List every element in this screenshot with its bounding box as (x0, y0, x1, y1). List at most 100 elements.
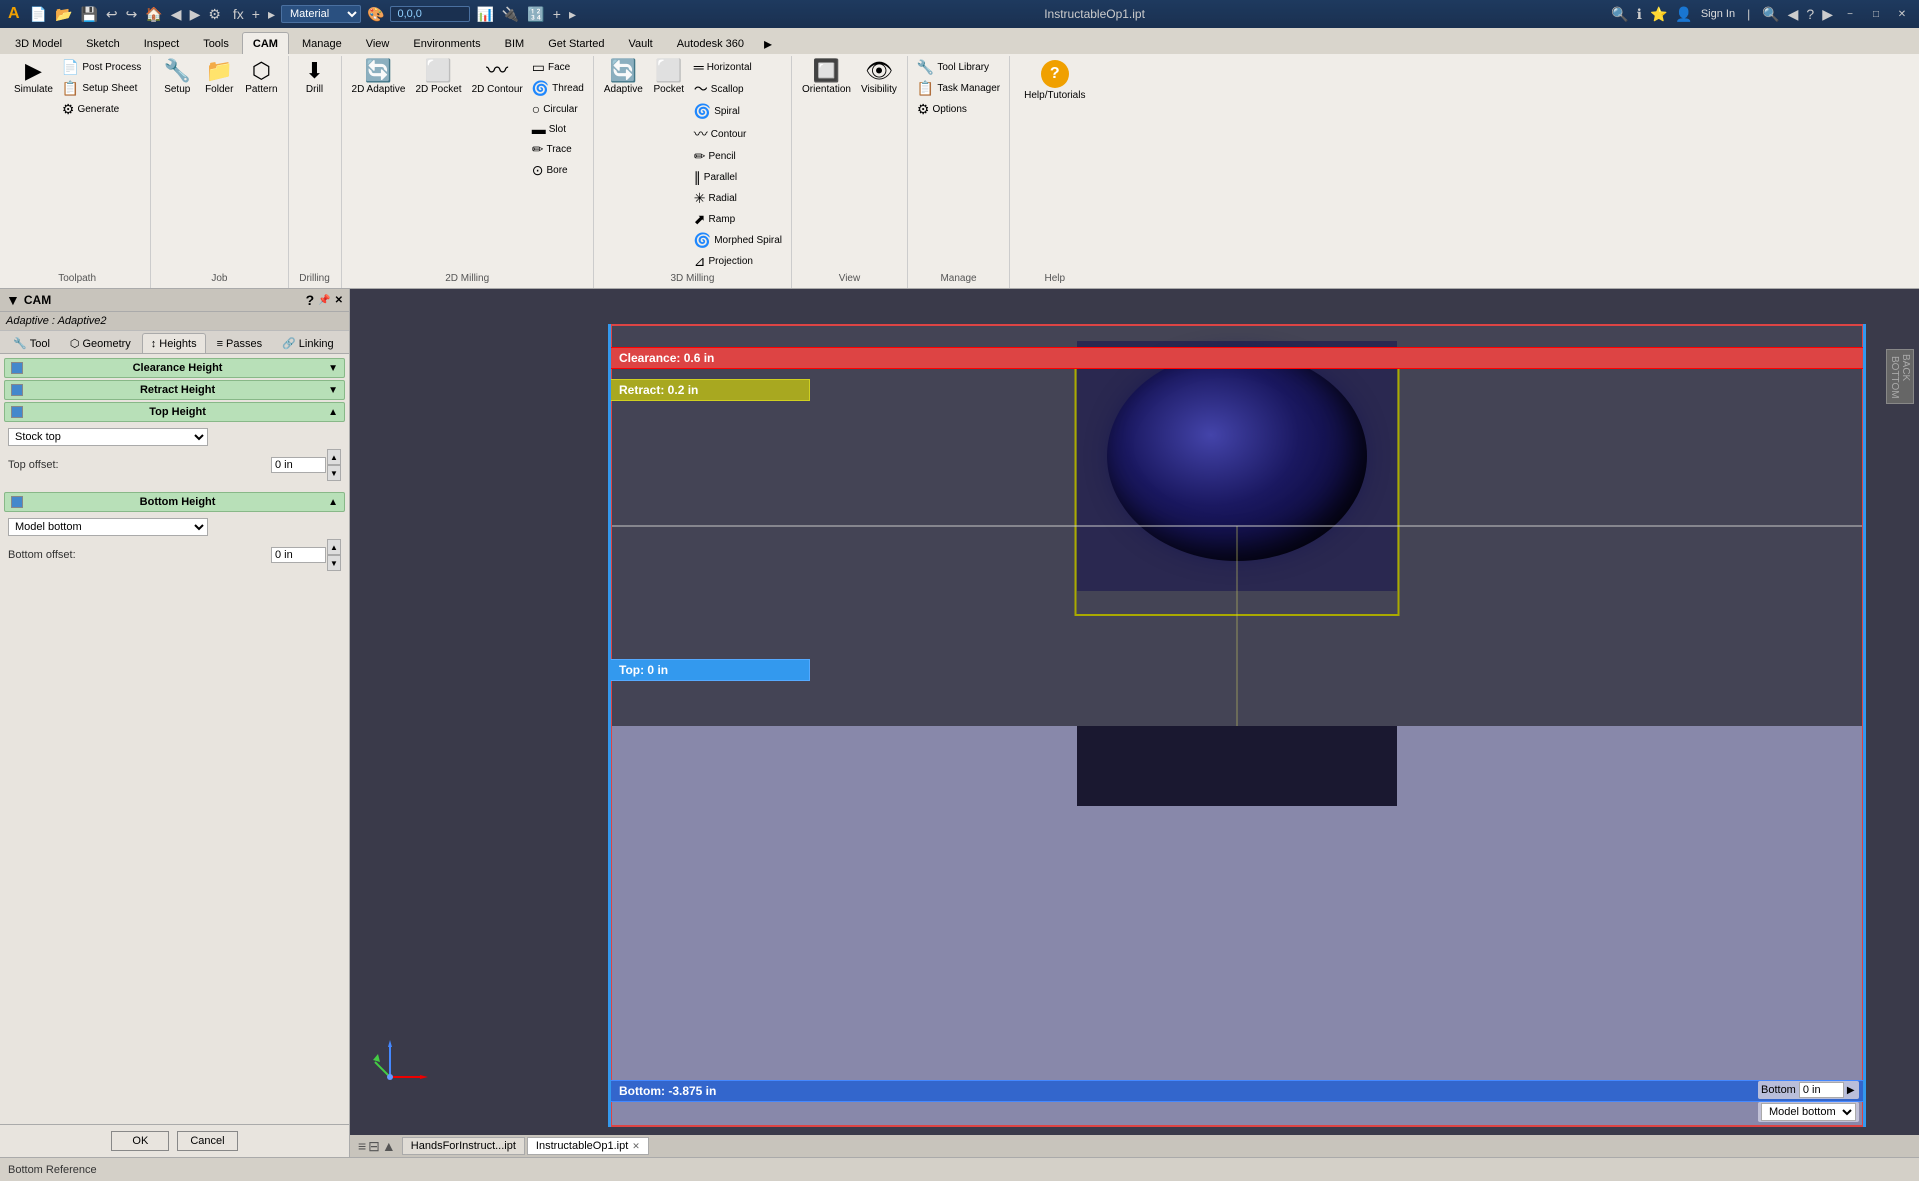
pencil-btn[interactable]: ✏ Pencil (691, 147, 785, 166)
3d-adaptive-btn[interactable]: 🔄 Adaptive (600, 58, 647, 97)
arrow-nav2-icon[interactable]: ▶ (1822, 6, 1833, 23)
plus-btn[interactable]: + (250, 5, 262, 23)
scallop-btn[interactable]: 〜 Scallop (691, 78, 785, 100)
parallel-btn[interactable]: ∥ Parallel (691, 168, 785, 187)
minimize-btn[interactable]: − (1841, 6, 1859, 22)
cam-tab-heights[interactable]: ↕ Heights (142, 333, 206, 353)
thread-btn[interactable]: 🌀 Thread (529, 79, 587, 98)
tab-handsfor[interactable]: HandsForInstruct...ipt (402, 1137, 525, 1155)
retract-height-section[interactable]: Retract Height ▼ (4, 380, 345, 400)
plugin-btn[interactable]: 🔌 (500, 5, 521, 24)
top-offset-down[interactable]: ▼ (327, 465, 341, 481)
cam-tab-passes[interactable]: ≡ Passes (208, 333, 272, 353)
bottom-ref-dropdown[interactable]: Model bottom (1761, 1103, 1856, 1121)
morphed-spiral-btn[interactable]: 🌀 Morphed Spiral (691, 231, 785, 250)
material-dropdown[interactable]: Material (281, 5, 361, 23)
viewport[interactable]: BACK BOTTOM Cleara (350, 289, 1919, 1157)
back-btn[interactable]: ◀ (169, 5, 184, 24)
clearance-height-section[interactable]: Clearance Height ▼ (4, 358, 345, 378)
cam-pin-icon[interactable]: 📌 (318, 295, 330, 306)
question-icon[interactable]: ? (1806, 6, 1814, 22)
2d-contour-btn[interactable]: 〰 2D Contour (468, 58, 527, 97)
radial-btn[interactable]: ✳ Radial (691, 189, 785, 208)
search2-icon[interactable]: 🔍 (1762, 6, 1779, 23)
generate-btn[interactable]: ⚙ Generate (59, 100, 144, 119)
options-btn[interactable]: ⚙ Options (914, 100, 1003, 119)
nav-icon-layout[interactable]: ⊟ (368, 1138, 380, 1155)
circular-btn[interactable]: ○ Circular (529, 100, 587, 118)
close-btn[interactable]: ✕ (1893, 6, 1911, 22)
trace-btn[interactable]: ✏ Trace (529, 140, 587, 159)
setup-btn[interactable]: 🔧 Setup (157, 58, 197, 97)
arrow-btn[interactable]: ▸ (266, 5, 277, 24)
color-btn[interactable]: 🎨 (365, 5, 386, 24)
slot-btn[interactable]: ▬ Slot (529, 120, 587, 138)
top-offset-input[interactable] (271, 457, 326, 473)
undo-btn[interactable]: ↩ (104, 5, 120, 24)
bottom-offset-input[interactable] (271, 547, 326, 563)
3d-pocket-btn[interactable]: ⬜ Pocket (649, 58, 689, 97)
tab-instructable-close[interactable]: ✕ (632, 1141, 640, 1152)
cancel-btn[interactable]: Cancel (177, 1131, 237, 1151)
cam-tab-linking[interactable]: 🔗 Linking (273, 333, 343, 353)
open-btn[interactable]: 📂 (53, 5, 74, 24)
simulate-btn[interactable]: ▶ Simulate (10, 58, 57, 97)
cam-tab-tool[interactable]: 🔧 Tool (4, 333, 59, 353)
projection-btn[interactable]: ⊿ Projection (691, 252, 785, 271)
tab-sketch[interactable]: Sketch (75, 32, 131, 54)
face-btn[interactable]: ▭ Face (529, 58, 587, 77)
save-btn[interactable]: 💾 (78, 5, 99, 24)
2d-adaptive-btn[interactable]: 🔄 2D Adaptive (348, 58, 410, 97)
cam-tab-geometry[interactable]: ⬡ Geometry (61, 333, 140, 353)
nav-icon-menu[interactable]: ≡ (358, 1138, 366, 1154)
maximize-btn[interactable]: □ (1867, 6, 1885, 22)
fx-btn[interactable]: fx (231, 5, 246, 23)
horizontal-btn[interactable]: ═ Horizontal (691, 58, 785, 76)
setup-sheet-btn[interactable]: 📋 Setup Sheet (59, 79, 144, 98)
nav-icon-arrow[interactable]: ▲ (382, 1138, 396, 1154)
2d-pocket-btn[interactable]: ⬜ 2D Pocket (411, 58, 465, 97)
tab-more[interactable]: ▸ (757, 32, 779, 54)
analytics-btn[interactable]: 📊 (474, 5, 495, 24)
tab-3d-model[interactable]: 3D Model (4, 32, 73, 54)
cam-help-icon[interactable]: ? (306, 292, 315, 308)
cam-expand-icon[interactable]: ▼ (6, 292, 20, 308)
top-from-select[interactable]: Stock top (8, 428, 208, 446)
user-icon[interactable]: 👤 (1675, 6, 1692, 23)
ok-btn[interactable]: OK (111, 1131, 169, 1151)
redo-btn[interactable]: ↪ (124, 5, 140, 24)
tab-autodesk360[interactable]: Autodesk 360 (666, 32, 755, 54)
help-tutorials-btn[interactable]: ? Help/Tutorials (1016, 58, 1093, 103)
forward-btn[interactable]: ▶ (188, 5, 203, 24)
bore-btn[interactable]: ⊙ Bore (529, 161, 587, 180)
visibility-btn[interactable]: 👁 Visibility (857, 58, 901, 97)
tab-instructable[interactable]: InstructableOp1.ipt ✕ (527, 1137, 649, 1155)
search-icon[interactable]: 🔍 (1611, 6, 1628, 23)
orientation-btn[interactable]: 🔲 Orientation (798, 58, 855, 97)
star-icon[interactable]: ⭐ (1650, 6, 1667, 23)
bottom-ref-input[interactable] (1799, 1082, 1844, 1098)
calc-btn[interactable]: 🔢 (525, 5, 546, 24)
contour-btn[interactable]: 〰 Contour (691, 123, 785, 145)
top-height-section[interactable]: Top Height ▲ (4, 402, 345, 422)
drill-btn[interactable]: ⬇ Drill (295, 58, 335, 97)
tab-bim[interactable]: BIM (494, 32, 536, 54)
info-icon[interactable]: ℹ (1637, 6, 1642, 23)
home-btn[interactable]: 🏠 (143, 5, 164, 24)
tab-get-started[interactable]: Get Started (537, 32, 615, 54)
folder-btn[interactable]: 📁 Folder (199, 58, 239, 97)
top-offset-up[interactable]: ▲ (327, 449, 341, 465)
pattern-btn[interactable]: ⬡ Pattern (241, 58, 281, 97)
bottom-offset-up[interactable]: ▲ (327, 539, 341, 555)
arrow2-btn[interactable]: ▸ (567, 5, 578, 24)
tool-library-btn[interactable]: 🔧 Tool Library (914, 58, 1003, 77)
bottom-from-select[interactable]: Model bottom (8, 518, 208, 536)
post-process-btn[interactable]: 📄 Post Process (59, 58, 144, 77)
arrow-nav-icon[interactable]: ◀ (1788, 6, 1799, 23)
tab-tools[interactable]: Tools (192, 32, 240, 54)
bottom-height-section[interactable]: Bottom Height ▲ (4, 492, 345, 512)
new-btn[interactable]: 📄 (28, 5, 49, 24)
cam-close-icon[interactable]: ✕ (335, 295, 343, 306)
tab-inspect[interactable]: Inspect (133, 32, 190, 54)
plus2-btn[interactable]: + (551, 5, 563, 23)
